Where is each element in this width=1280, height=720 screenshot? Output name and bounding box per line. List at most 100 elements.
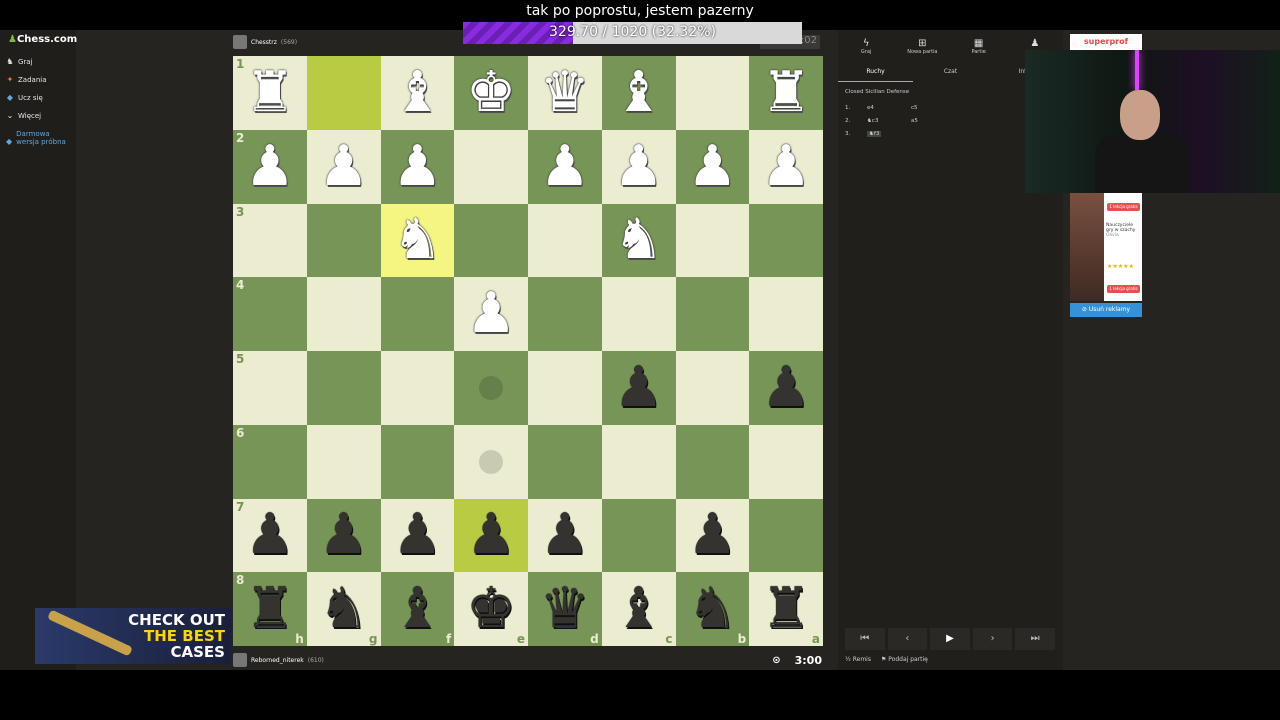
white-knight-icon[interactable]: ♞ bbox=[392, 212, 442, 268]
black-rook-icon[interactable]: ♜ bbox=[761, 581, 811, 637]
black-knight-icon[interactable]: ♞ bbox=[319, 581, 369, 637]
sidebar-item-more[interactable]: ⌄ Więcej bbox=[6, 112, 41, 121]
board-square[interactable]: 5 bbox=[233, 351, 307, 425]
board-square[interactable]: f ♝ bbox=[380, 572, 455, 646]
board-square[interactable]: ♛ bbox=[528, 56, 602, 130]
avatar[interactable] bbox=[233, 653, 247, 667]
black-pawn-icon[interactable]: ♟ bbox=[466, 507, 516, 563]
board-square[interactable]: 8 h ♜ bbox=[233, 572, 307, 646]
tab-chat[interactable]: Czat bbox=[913, 64, 988, 82]
board-square[interactable] bbox=[675, 277, 750, 351]
board-square[interactable]: ♟ bbox=[675, 129, 750, 204]
white-bishop-icon[interactable]: ♝ bbox=[614, 64, 664, 121]
board-square[interactable] bbox=[675, 56, 750, 130]
ad-cta-top[interactable]: 1 lekcja gratis bbox=[1107, 203, 1140, 211]
board-square[interactable]: ♚ bbox=[454, 56, 528, 130]
black-pawn-icon[interactable]: ♟ bbox=[245, 507, 295, 563]
board-square[interactable]: g ♞ bbox=[306, 572, 381, 646]
move-hint-dot[interactable] bbox=[479, 375, 504, 400]
sidebar-item-play[interactable]: ♞ Graj bbox=[6, 58, 32, 67]
board-square[interactable]: d ♛ bbox=[528, 572, 602, 646]
board-square[interactable]: ♝ bbox=[601, 56, 676, 130]
first-move-button[interactable]: ⏮ bbox=[845, 628, 885, 650]
black-knight-icon[interactable]: ♞ bbox=[687, 581, 737, 637]
board-square[interactable]: ♟ bbox=[749, 129, 823, 204]
board-square[interactable]: ♟ bbox=[380, 498, 455, 573]
board-square[interactable] bbox=[306, 351, 381, 425]
board-square[interactable] bbox=[454, 351, 528, 425]
board-square[interactable]: e ♚ bbox=[454, 572, 528, 646]
move[interactable]: e4 bbox=[867, 105, 874, 111]
play-button[interactable]: ▶ bbox=[930, 628, 970, 650]
white-rook-icon[interactable]: ♜ bbox=[761, 64, 811, 121]
resign-button[interactable]: ⚑ Poddaj partię bbox=[881, 656, 928, 663]
board-square[interactable] bbox=[528, 203, 602, 278]
avatar[interactable] bbox=[233, 35, 247, 49]
board-square[interactable]: ♟ bbox=[601, 129, 676, 204]
white-pawn-icon[interactable]: ♟ bbox=[245, 138, 295, 195]
tab-moves[interactable]: Ruchy bbox=[838, 64, 913, 82]
move-hint-dot[interactable] bbox=[479, 449, 504, 474]
black-queen-icon[interactable]: ♛ bbox=[540, 581, 590, 637]
white-king-icon[interactable]: ♚ bbox=[466, 64, 516, 121]
black-pawn-icon[interactable]: ♟ bbox=[540, 507, 590, 563]
board-square[interactable] bbox=[749, 277, 823, 351]
move[interactable]: ♞c3 bbox=[867, 118, 878, 124]
board-square[interactable]: 4 bbox=[233, 277, 307, 351]
black-pawn-icon[interactable]: ♟ bbox=[392, 507, 442, 563]
board-square[interactable] bbox=[749, 203, 823, 278]
board-square[interactable] bbox=[454, 203, 528, 278]
ad-banner-top[interactable]: superprof bbox=[1070, 34, 1142, 50]
last-move-button[interactable]: ⏭ bbox=[1015, 628, 1055, 650]
player-name[interactable]: Chesstrz bbox=[251, 39, 277, 46]
sidebar-item-free-trial[interactable]: ◆ Darmowa wersja próbna bbox=[6, 130, 66, 146]
board-square[interactable] bbox=[306, 203, 381, 278]
black-pawn-icon[interactable]: ♟ bbox=[614, 359, 664, 416]
move[interactable]: ♞f3 bbox=[867, 131, 882, 137]
board-square[interactable] bbox=[380, 277, 455, 351]
draw-button[interactable]: ½ Remis bbox=[845, 656, 871, 663]
white-pawn-icon[interactable]: ♟ bbox=[687, 138, 737, 195]
board-square[interactable] bbox=[528, 424, 602, 499]
move[interactable]: a5 bbox=[911, 118, 918, 124]
board-square[interactable] bbox=[306, 56, 381, 130]
board-square[interactable]: b ♞ bbox=[675, 572, 750, 646]
board-square[interactable]: ♟ bbox=[528, 129, 602, 204]
tab-games[interactable]: ▦ Partie bbox=[951, 36, 1007, 62]
chess-board[interactable]: 1 ♜ ♝ ♚ ♛ ♝ ♜ 2 ♟ ♟ ♟ ♟ ♟ ♟ ♟ 3 ♞ ♞ 4 ♟ 5 ♟ ♟ 6 7 ♟ ♟ ♟ ♟ ♟ ♟ 8 h ♜ g ♞ f ♝ e ♚… bbox=[233, 56, 823, 646]
board-square[interactable]: ♟ bbox=[749, 351, 823, 425]
tab-play[interactable]: ϟ Graj bbox=[838, 36, 894, 62]
board-square[interactable]: ♞ bbox=[380, 203, 455, 278]
board-square[interactable]: 7 ♟ bbox=[233, 498, 307, 573]
board-square[interactable] bbox=[454, 129, 528, 204]
board-square[interactable] bbox=[454, 424, 528, 499]
tab-new-game[interactable]: ⊞ Nowa partia bbox=[894, 36, 950, 62]
board-square[interactable]: ♟ bbox=[675, 498, 750, 573]
board-square[interactable]: ♝ bbox=[380, 56, 455, 130]
white-pawn-icon[interactable]: ♟ bbox=[319, 138, 369, 195]
white-bishop-icon[interactable]: ♝ bbox=[392, 64, 442, 121]
white-pawn-icon[interactable]: ♟ bbox=[761, 138, 811, 195]
board-square[interactable] bbox=[380, 351, 455, 425]
board-square[interactable] bbox=[601, 424, 676, 499]
board-square[interactable]: ♟ bbox=[306, 129, 381, 204]
board-square[interactable] bbox=[675, 203, 750, 278]
board-square[interactable]: 3 bbox=[233, 203, 307, 278]
board-square[interactable] bbox=[306, 277, 381, 351]
board-square[interactable]: ♜ bbox=[749, 56, 823, 130]
board-square[interactable] bbox=[749, 498, 823, 573]
black-king-icon[interactable]: ♚ bbox=[466, 581, 516, 637]
white-pawn-icon[interactable]: ♟ bbox=[466, 286, 516, 342]
black-pawn-icon[interactable]: ♟ bbox=[319, 507, 369, 563]
board-square[interactable]: ♟ bbox=[601, 351, 676, 425]
white-queen-icon[interactable]: ♛ bbox=[540, 64, 590, 121]
board-square[interactable]: a ♜ bbox=[749, 572, 823, 646]
black-pawn-icon[interactable]: ♟ bbox=[761, 359, 811, 416]
board-square[interactable] bbox=[306, 424, 381, 499]
sidebar-item-puzzles[interactable]: ✦ Zadania bbox=[6, 76, 47, 85]
move[interactable]: c5 bbox=[911, 105, 918, 111]
black-bishop-icon[interactable]: ♝ bbox=[614, 581, 664, 637]
board-square[interactable] bbox=[380, 424, 455, 499]
board-square[interactable]: 2 ♟ bbox=[233, 129, 307, 204]
player-name[interactable]: Reborned_niterek bbox=[251, 657, 304, 664]
